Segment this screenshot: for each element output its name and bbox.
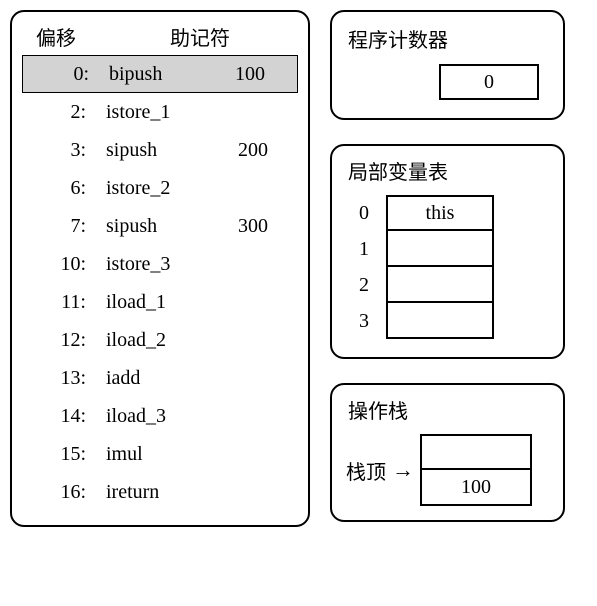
local-var-cell: this [386,195,494,231]
arrow-right-icon: → [392,457,414,483]
local-vars-panel: 局部变量表 0this123 [330,144,565,359]
bytecode-mnemonic: bipush [103,63,235,86]
bytecode-mnemonic: sipush [100,139,238,162]
bytecode-mnemonic: iadd [100,367,238,390]
bytecode-row: 13:iadd [20,359,300,397]
bytecode-row: 0:bipush100 [22,55,298,93]
bytecode-offset: 12: [26,329,100,352]
bytecode-mnemonic: sipush [100,215,238,238]
bytecode-offset: 15: [26,443,100,466]
local-var-index: 0 [342,202,386,225]
local-var-index: 3 [342,310,386,333]
bytecode-row: 14:iload_3 [20,397,300,435]
bytecode-offset: 16: [26,481,100,504]
bytecode-rows: 0:bipush1002:istore_13:sipush2006:istore… [20,55,300,511]
operand-stack-cells: 100 [420,434,532,506]
local-var-row: 3 [342,303,545,339]
local-var-cell [386,303,494,339]
operand-stack-cell: 100 [420,470,532,506]
bytecode-row: 15:imul [20,435,300,473]
local-var-index: 2 [342,274,386,297]
right-column: 程序计数器 0 局部变量表 0this123 操作栈 栈顶 → 100 [330,10,587,527]
bytecode-row: 7:sipush300 [20,207,300,245]
bytecode-offset: 2: [26,101,100,124]
bytecode-row: 2:istore_1 [20,93,300,131]
bytecode-row: 11:iload_1 [20,283,300,321]
operand-stack-title: 操作栈 [342,393,553,434]
bytecode-mnemonic: istore_1 [100,101,238,124]
bytecode-offset: 14: [26,405,100,428]
bytecode-arg: 200 [238,139,294,162]
bytecode-header: 偏移 助记符 [20,18,300,55]
bytecode-mnemonic: imul [100,443,238,466]
bytecode-mnemonic: iload_2 [100,329,238,352]
bytecode-row: 10:istore_3 [20,245,300,283]
bytecode-offset: 7: [26,215,100,238]
operand-stack-panel: 操作栈 栈顶 → 100 [330,383,565,522]
program-counter-panel: 程序计数器 0 [330,10,565,120]
bytecode-panel: 偏移 助记符 0:bipush1002:istore_13:sipush2006… [10,10,310,527]
bytecode-header-offset: 偏移 [26,22,100,51]
bytecode-header-mnemonic: 助记符 [100,22,294,51]
local-var-row: 2 [342,267,545,303]
local-var-cell [386,231,494,267]
local-var-cell [386,267,494,303]
bytecode-offset: 6: [26,177,100,200]
bytecode-row: 12:iload_2 [20,321,300,359]
bytecode-row: 3:sipush200 [20,131,300,169]
operand-stack-cell [420,434,532,470]
program-counter-value: 0 [439,64,539,100]
bytecode-offset: 13: [26,367,100,390]
bytecode-mnemonic: istore_2 [100,177,238,200]
bytecode-row: 6:istore_2 [20,169,300,207]
bytecode-mnemonic: ireturn [100,481,238,504]
bytecode-mnemonic: istore_3 [100,253,238,276]
local-vars-table: 0this123 [342,195,545,339]
bytecode-arg: 300 [238,215,294,238]
local-var-row: 1 [342,231,545,267]
bytecode-row: 16:ireturn [20,473,300,511]
local-var-index: 1 [342,238,386,261]
local-var-row: 0this [342,195,545,231]
bytecode-offset: 3: [26,139,100,162]
bytecode-offset: 0: [29,63,103,86]
stack-top-label: 栈顶 [346,456,386,485]
bytecode-arg: 100 [235,63,291,86]
program-counter-title: 程序计数器 [342,20,553,57]
bytecode-mnemonic: iload_3 [100,405,238,428]
bytecode-offset: 10: [26,253,100,276]
local-vars-title: 局部变量表 [342,154,553,195]
bytecode-mnemonic: iload_1 [100,291,238,314]
bytecode-offset: 11: [26,291,100,314]
